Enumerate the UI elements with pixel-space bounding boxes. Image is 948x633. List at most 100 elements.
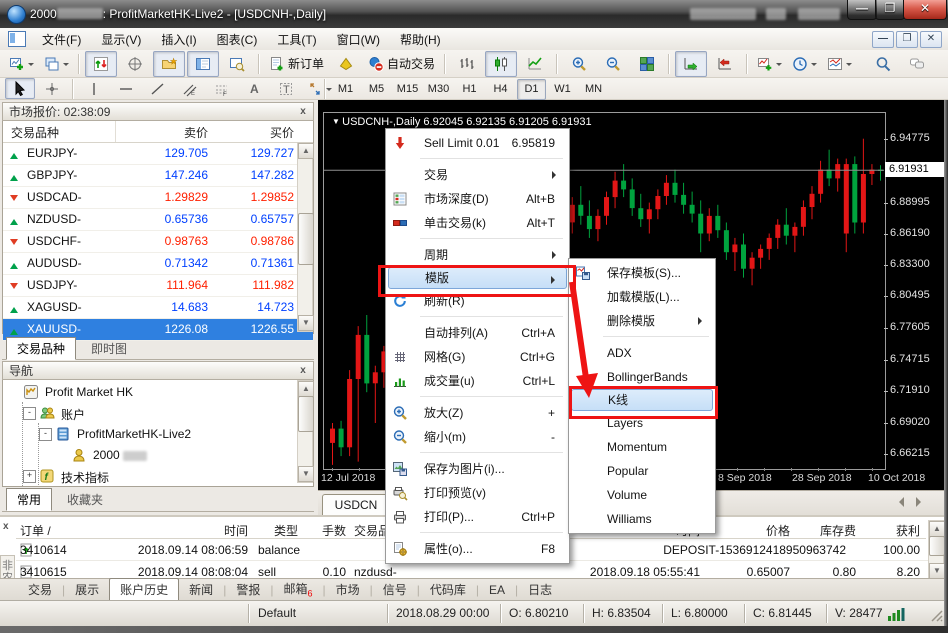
terminal-tab-4[interactable]: 警报 xyxy=(226,579,270,600)
terminal-tab-7[interactable]: 信号 xyxy=(373,579,417,600)
indicators-list-button[interactable] xyxy=(753,51,786,77)
terminal-tab-8[interactable]: 代码库 xyxy=(420,579,476,600)
terminal-toggle-button[interactable] xyxy=(187,51,219,77)
terminal-scrollbar[interactable]: ▲ ▼ xyxy=(928,520,944,580)
context-menu-item-21[interactable]: 属性(o)...F8 xyxy=(388,537,567,561)
zoom-in-button[interactable] xyxy=(563,51,595,77)
tab-scroll-right-icon[interactable] xyxy=(916,497,926,507)
terminal-column-8[interactable]: 获利 xyxy=(858,522,920,539)
dropdown-caret-icon[interactable] xyxy=(28,63,34,69)
market-watch-tab-symbols[interactable]: 交易品种 xyxy=(6,337,76,360)
crosshair-tool-button[interactable] xyxy=(37,78,67,99)
timeframe-m30-button[interactable]: M30 xyxy=(424,79,453,100)
dropdown-caret-icon[interactable] xyxy=(811,63,817,69)
context-menu-item-19[interactable]: 打印(P)...Ctrl+P xyxy=(388,505,567,529)
navigator-node-2[interactable]: -ProfitMarketHK-Live2 xyxy=(3,424,313,445)
collapse-icon[interactable]: - xyxy=(39,428,52,441)
terminal-column-7[interactable]: 库存费 xyxy=(794,522,856,539)
zoom-out-button[interactable] xyxy=(597,51,629,77)
scroll-up-icon[interactable]: ▲ xyxy=(298,143,314,159)
timeframe-h1-button[interactable]: H1 xyxy=(455,79,484,100)
new-chart-button[interactable] xyxy=(5,51,38,77)
navigator-node-0[interactable]: Profit Market HK xyxy=(3,382,313,403)
menubar-item-4[interactable]: 工具(T) xyxy=(267,28,326,51)
scroll-down-icon[interactable]: ▼ xyxy=(929,563,945,579)
autotrading-button[interactable]: 自动交易 xyxy=(364,51,439,77)
templates-button[interactable] xyxy=(823,51,856,77)
market-watch-scrollbar[interactable]: ▲ ▼ xyxy=(297,142,313,332)
terminal-tab-10[interactable]: 日志 xyxy=(518,579,562,600)
scroll-up-icon[interactable]: ▲ xyxy=(298,381,314,397)
vertical-line-tool-button[interactable] xyxy=(79,78,109,99)
status-profile[interactable]: Default xyxy=(258,606,296,620)
scroll-down-icon[interactable]: ▼ xyxy=(298,466,314,482)
candle-chart-mode-button[interactable] xyxy=(485,51,517,77)
market-watch-row-audusd[interactable]: AUDUSD-0.713420.71361 xyxy=(3,253,313,275)
child-restore-button[interactable]: ❐ xyxy=(896,31,918,48)
context-menu-item-8[interactable]: 刷新(R) xyxy=(388,289,567,313)
template-submenu-item-5[interactable]: BollingerBands xyxy=(571,365,713,389)
timeframe-d1-button[interactable]: D1 xyxy=(517,79,546,100)
menubar-item-0[interactable]: 文件(F) xyxy=(32,28,91,51)
context-menu-item-11[interactable]: 网格(G)Ctrl+G xyxy=(388,345,567,369)
terminal-tab-3[interactable]: 新闻 xyxy=(179,579,223,600)
dropdown-caret-icon[interactable] xyxy=(776,63,782,69)
window-close-button[interactable]: ✕ xyxy=(903,0,947,20)
timeframe-m15-button[interactable]: M15 xyxy=(393,79,422,100)
terminal-column-2[interactable]: 类型 xyxy=(258,522,314,539)
navigator-node-3[interactable]: 2000 xyxy=(3,445,313,466)
template-submenu-item-11[interactable]: Williams xyxy=(571,507,713,531)
chat-button[interactable] xyxy=(901,51,933,77)
context-menu-item-4[interactable]: 单击交易(k)Alt+T xyxy=(388,211,567,235)
market-watch-close-icon[interactable]: x xyxy=(297,106,309,118)
template-submenu-item-1[interactable]: 加载模版(L)... xyxy=(571,285,713,309)
horizontal-line-tool-button[interactable] xyxy=(111,78,141,99)
menubar-item-1[interactable]: 显示(V) xyxy=(91,28,151,51)
channel-tool-button[interactable]: E xyxy=(175,78,205,99)
template-submenu-item-9[interactable]: Popular xyxy=(571,459,713,483)
navigator-close-icon[interactable]: x xyxy=(297,365,309,377)
auto-scroll-button[interactable] xyxy=(675,51,707,77)
scrollbar-thumb[interactable] xyxy=(298,396,314,432)
metaeditor-button[interactable] xyxy=(330,51,362,77)
terminal-column-3[interactable]: 手数 xyxy=(310,522,346,539)
template-submenu-item-10[interactable]: Volume xyxy=(571,483,713,507)
context-menu-item-2[interactable]: 交易 xyxy=(388,163,567,187)
search-button[interactable] xyxy=(867,51,899,77)
cursor-button[interactable] xyxy=(5,78,35,99)
template-submenu-item-8[interactable]: Momentum xyxy=(571,435,713,459)
template-submenu-item-0[interactable]: 保存模板(S)... xyxy=(571,261,713,285)
terminal-tab-2[interactable]: 账户历史 xyxy=(109,578,179,601)
market-watch-row-gbpjpy[interactable]: GBPJPY-147.246147.282 xyxy=(3,165,313,187)
timeframe-m5-button[interactable]: M5 xyxy=(362,79,391,100)
expand-icon[interactable]: + xyxy=(23,470,36,483)
chart-shift-button[interactable] xyxy=(709,51,741,77)
dropdown-caret-icon[interactable] xyxy=(846,63,852,69)
tab-scroll-left-icon[interactable] xyxy=(894,497,904,507)
market-watch-row-eurjpy[interactable]: EURJPY-129.705129.727 xyxy=(3,143,313,165)
market-watch-row-usdcad[interactable]: USDCAD-1.298291.29852 xyxy=(3,187,313,209)
template-submenu-item-6[interactable]: K线 xyxy=(571,389,713,411)
column-ask[interactable]: 买价 xyxy=(208,124,294,141)
terminal-close-icon[interactable]: x xyxy=(3,521,9,532)
terminal-tab-6[interactable]: 市场 xyxy=(326,579,370,600)
strategy-tester-button[interactable] xyxy=(221,51,253,77)
market-watch-toggle-button[interactable] xyxy=(85,51,117,77)
new-order-button[interactable]: 新订单 xyxy=(265,51,328,77)
timeframe-h4-button[interactable]: H4 xyxy=(486,79,515,100)
market-watch-row-usdchf[interactable]: USDCHF-0.987630.98786 xyxy=(3,231,313,253)
column-bid[interactable]: 卖价 xyxy=(123,124,208,141)
scroll-up-icon[interactable]: ▲ xyxy=(929,521,945,537)
navigator-node-1[interactable]: -账户 xyxy=(3,403,313,424)
resize-grip[interactable] xyxy=(930,609,944,623)
line-chart-mode-button[interactable] xyxy=(519,51,551,77)
menubar-item-6[interactable]: 帮助(H) xyxy=(390,28,451,51)
dropdown-caret-icon[interactable] xyxy=(63,63,69,69)
tile-windows-button[interactable] xyxy=(631,51,663,77)
template-submenu-item-4[interactable]: ADX xyxy=(571,341,713,365)
market-watch-tab-tick-chart[interactable]: 即时图 xyxy=(80,337,138,360)
trendline-tool-button[interactable] xyxy=(143,78,173,99)
data-window-button[interactable] xyxy=(119,51,151,77)
template-submenu-item-2[interactable]: 删除模版 xyxy=(571,309,713,333)
window-minimize-button[interactable]: — xyxy=(847,0,877,20)
